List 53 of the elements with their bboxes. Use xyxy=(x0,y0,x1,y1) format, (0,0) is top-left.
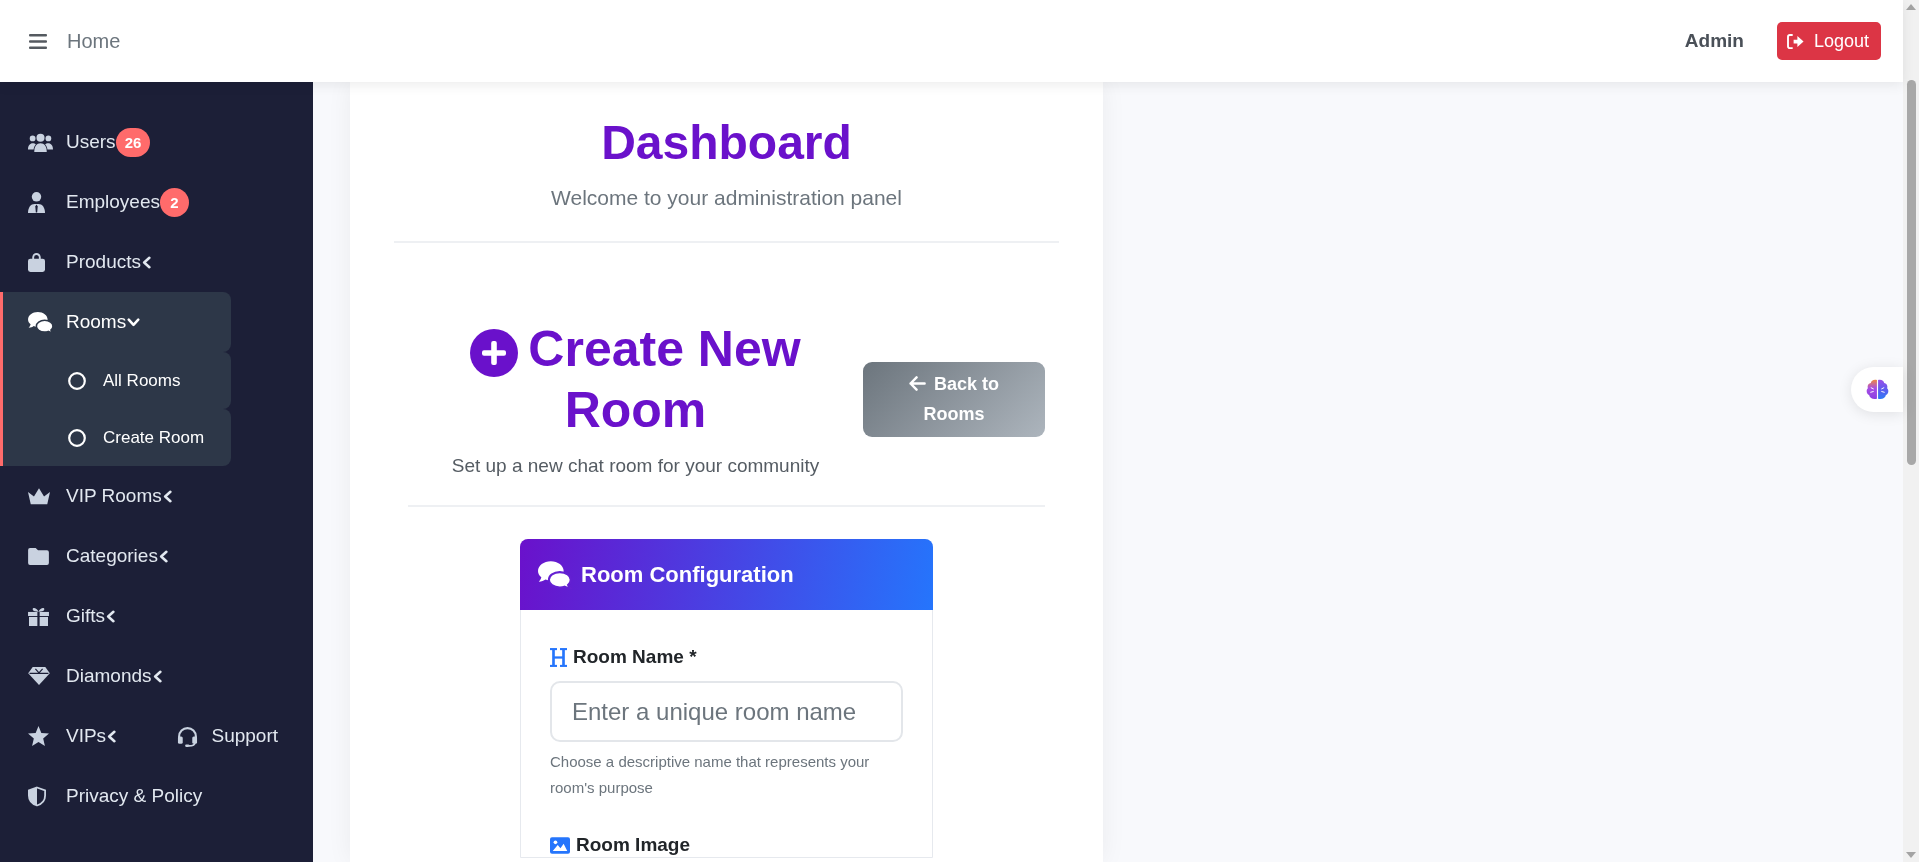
sidebar-item[interactable]: Employees xyxy=(28,191,160,213)
star-icon xyxy=(28,726,49,746)
assistant-button[interactable] xyxy=(1851,367,1903,412)
page-subtitle: Set up a new chat room for your community xyxy=(451,454,820,478)
gem-icon xyxy=(28,667,50,685)
sidebar-item[interactable]: Privacy & Policy xyxy=(28,785,203,807)
sidebar-item[interactable]: Rooms xyxy=(0,292,231,352)
plus-circle-icon xyxy=(470,328,519,377)
sidebar-item[interactable]: Products xyxy=(28,251,151,273)
scrollbar-thumb[interactable] xyxy=(1906,80,1916,465)
arrow-left-icon xyxy=(909,376,926,391)
sign-out-icon xyxy=(1786,33,1804,49)
gift-icon xyxy=(28,606,49,626)
sidebar-item[interactable]: VIPs xyxy=(28,725,117,747)
room-name-input[interactable]: Enter a unique room name xyxy=(550,681,903,742)
shopping-bag-icon xyxy=(28,252,45,272)
submenu-item[interactable]: Create Room xyxy=(0,409,231,466)
heading-icon xyxy=(550,647,567,667)
user-name: Admin xyxy=(1684,30,1744,52)
logout-button[interactable]: Logout xyxy=(1776,22,1881,60)
submenu-item[interactable]: All Rooms xyxy=(0,352,231,409)
sidebar-item[interactable]: Diamonds xyxy=(28,665,162,687)
sidebar-item[interactable]: Gifts xyxy=(28,605,116,627)
comments-icon xyxy=(538,560,572,589)
brain-icon xyxy=(1865,379,1889,400)
users-icon xyxy=(28,132,53,152)
scroll-down-icon[interactable] xyxy=(1906,852,1916,858)
count-badge: 2 xyxy=(160,187,189,217)
field-label: Room Image xyxy=(576,833,691,857)
help-text: Choose a descriptive name that represents your room's purpose xyxy=(550,752,871,798)
sidebar-item[interactable]: Users xyxy=(28,131,116,153)
page-heading: Create New Room xyxy=(528,321,801,438)
home-link[interactable]: Home xyxy=(67,29,121,53)
count-badge: 26 xyxy=(115,127,151,157)
image-icon xyxy=(550,836,570,854)
comments-icon xyxy=(28,311,54,333)
scroll-up-icon[interactable] xyxy=(1906,4,1916,10)
shield-icon xyxy=(28,785,46,807)
form-card-title: Room Configuration xyxy=(581,561,794,588)
headset-icon xyxy=(177,725,199,747)
crown-icon xyxy=(28,487,50,505)
field-label: Room Name * xyxy=(573,645,697,669)
sidebar-item[interactable]: Categories xyxy=(28,545,168,567)
scrollbar[interactable] xyxy=(1903,0,1919,862)
folder-icon xyxy=(28,547,49,565)
dashboard-subtitle: Welcome to your administration panel xyxy=(551,185,902,211)
circle-icon xyxy=(68,371,86,390)
circle-icon xyxy=(68,428,86,447)
user-tie-icon xyxy=(28,191,45,213)
support-link[interactable]: Support xyxy=(177,725,278,747)
menu-icon[interactable] xyxy=(29,33,47,49)
sidebar-item[interactable]: VIP Rooms xyxy=(28,485,172,507)
dashboard-title: Dashboard xyxy=(601,115,852,171)
